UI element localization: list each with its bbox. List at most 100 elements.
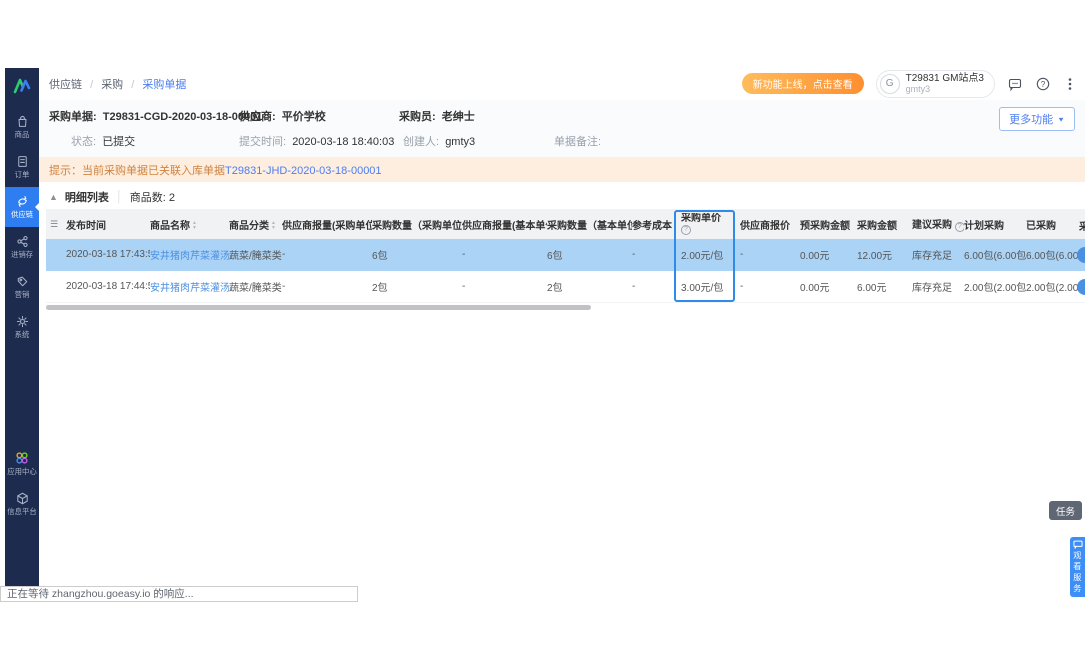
- linked-bill-link[interactable]: T29831-JHD-2020-03-18-00001: [225, 165, 382, 177]
- service-tab-char: 观: [1073, 550, 1082, 560]
- column-header-采购单价: 采购单价?: [681, 213, 740, 235]
- chat-bubble-icon: [1072, 540, 1083, 549]
- message-icon[interactable]: [1007, 76, 1023, 92]
- collapse-caret-icon[interactable]: ▲: [49, 192, 58, 202]
- table-cell: 蔬菜/腌菜类: [229, 251, 282, 262]
- column-header-采购数量（基本单位）: 采购数量（基本单位）: [547, 220, 632, 232]
- supplier-value: 平价学校: [281, 111, 326, 123]
- column-header-供应商报量(采购单位): 供应商报量(采购单位): [282, 220, 372, 232]
- chevron-down-icon: ▼: [1057, 115, 1065, 123]
- creator-field: 创建人: gmty3: [403, 136, 476, 148]
- help-circle-icon[interactable]: ?: [681, 224, 691, 235]
- service-tab[interactable]: 观看服务: [1070, 537, 1085, 598]
- table-cell: 6包: [547, 251, 563, 262]
- sidebar-item-进销存[interactable]: 进销存: [5, 227, 39, 267]
- table-cell: 3.00元/包: [681, 283, 724, 294]
- sidebar-item-label: 订单: [14, 170, 30, 179]
- sidebar-item-营销[interactable]: 营销: [5, 267, 39, 307]
- linked-bill-alert: 提示：当前采购单据已关联入库单据T29831-JHD-2020-03-18-00…: [39, 158, 1085, 182]
- column-header-发布时间: 发布时间: [66, 220, 106, 232]
- column-settings-header[interactable]: ☰: [46, 219, 66, 230]
- column-header-商品名称[interactable]: 商品名称 ▲ ▼: [150, 217, 229, 232]
- sidebar-bottom-nav: 应用中心 信息平台: [5, 443, 39, 524]
- app-logo-icon[interactable]: [11, 68, 33, 107]
- sidebar-item-商品[interactable]: 商品: [5, 107, 39, 147]
- table-cell: 0.00元: [800, 251, 830, 262]
- table-cell: 2包: [372, 283, 388, 294]
- table-cell: 库存充足: [912, 283, 952, 294]
- column-header-采购金额: 采购金额: [857, 220, 897, 232]
- order-icon: [15, 154, 30, 169]
- detail-list-section-header: ▲ 明细列表 │ 商品数: 2: [39, 182, 1085, 209]
- sidebar-item-应用中心[interactable]: 应用中心: [5, 443, 39, 484]
- breadcrumb-separator: /: [90, 79, 94, 91]
- browser-status-bar: 正在等待 zhangzhou.goeasy.io 的响应...: [0, 586, 358, 602]
- table-cell: 0.00元: [800, 283, 830, 294]
- sidebar-item-label: 供应链: [10, 210, 34, 219]
- section-divider: │: [115, 191, 123, 203]
- avatar: G: [879, 73, 900, 94]
- buyer-field: 采购员: 老绅士: [399, 111, 475, 123]
- breadcrumb-separator: /: [131, 79, 135, 91]
- column-menu-icon[interactable]: ☰: [46, 219, 58, 229]
- section-title[interactable]: 明细列表: [65, 189, 109, 205]
- table-cell: 2.00包(2.00包): [964, 283, 1026, 294]
- inventory-icon: [15, 234, 30, 249]
- more-functions-button[interactable]: 更多功能 ▼: [999, 107, 1075, 131]
- breadcrumb-supply-chain[interactable]: 供应链: [49, 79, 82, 91]
- sidebar-item-订单[interactable]: 订单: [5, 147, 39, 187]
- item-count: 商品数: 2: [129, 192, 176, 204]
- product-name-link[interactable]: 安井猪肉芹菜灌汤水饺: [150, 247, 229, 262]
- table-cell: 12.00元: [857, 251, 893, 262]
- user-subname: gmty3: [905, 84, 931, 95]
- system-icon: [15, 314, 30, 329]
- user-menu[interactable]: G T29831 GM站点3 gmty3: [875, 70, 995, 98]
- sidebar-item-label: 信息平台: [7, 507, 37, 516]
- table-cell: -: [462, 281, 466, 292]
- task-tab[interactable]: 任务: [1048, 501, 1082, 520]
- sidebar: 商品订单供应链进销存营销系统 应用中心信息平台: [5, 68, 39, 590]
- table-cell: -: [282, 249, 286, 260]
- main-area: 供应链 / 采购 / 采购单据 新功能上线，点击查看 G T29831 GM站点…: [39, 68, 1085, 590]
- items-table: ☰ 发布时间 商品名称 ▲ ▼ 商品分类 ▲ ▼ 供应商报量(采购单位) 采购数量（采购单位） 供应…: [46, 209, 1085, 310]
- column-header-计划采购: 计划采购: [964, 220, 1004, 232]
- remark-field: 单据备注:: [554, 136, 602, 148]
- table-cell: 蔬菜/腌菜类: [229, 283, 282, 294]
- sidebar-item-系统[interactable]: 系统: [5, 307, 39, 347]
- supply-chain-icon: [15, 194, 30, 209]
- sort-icon[interactable]: ▲ ▼: [271, 221, 276, 230]
- bill-number-field: 采购单据: T29831-CGD-2020-03-18-00001: [49, 111, 263, 123]
- table-cell: 6.00包(6.00包): [964, 251, 1026, 262]
- horizontal-scrollbar[interactable]: [46, 305, 591, 310]
- column-header-建议采购: 建议采购 ?: [912, 216, 964, 232]
- table-row[interactable]: 2020-03-18 17:44:51安井猪肉芹菜灌汤水饺蔬菜/腌菜类-2包-2…: [46, 271, 1085, 303]
- sidebar-item-供应链[interactable]: 供应链: [5, 187, 39, 227]
- table-cell: 6包: [372, 251, 388, 262]
- svg-text:?: ?: [1041, 80, 1046, 89]
- table-cell: 2.00元/包: [681, 251, 724, 262]
- service-tab-char: 看: [1073, 561, 1082, 571]
- sort-icon[interactable]: ▲ ▼: [192, 221, 197, 230]
- column-header-商品分类[interactable]: 商品分类 ▲ ▼: [229, 217, 282, 232]
- breadcrumb: 供应链 / 采购 / 采购单据: [49, 76, 186, 92]
- table-cell: 2020-03-18 17:44:51: [66, 281, 150, 292]
- help-circle-icon[interactable]: ?: [954, 221, 964, 232]
- breadcrumb-purchase[interactable]: 采购: [101, 79, 123, 91]
- bag-icon: [15, 114, 30, 129]
- marketing-icon: [15, 274, 30, 289]
- table-row[interactable]: 2020-03-18 17:43:57安井猪肉芹菜灌汤水饺蔬菜/腌菜类-6包-6…: [46, 239, 1085, 271]
- column-header-采购数量（采购单位）: 采购数量（采购单位）: [372, 220, 462, 232]
- app-window: 商品 订单 供应链 进销存 营销 系统 应用中心 信息平台 供应链 / 采购 / 采购单据 …: [5, 68, 1085, 590]
- bill-detail-panel: 采购单据: T29831-CGD-2020-03-18-00001 供应商: 平…: [39, 100, 1085, 158]
- sidebar-item-label: 营销: [14, 290, 30, 299]
- kebab-menu-icon[interactable]: [1063, 76, 1077, 92]
- submit-time-value: 2020-03-18 18:40:03: [292, 136, 395, 148]
- table-cell: 库存充足: [912, 251, 952, 262]
- column-header-供应商报价: 供应商报价: [740, 220, 790, 232]
- help-icon[interactable]: ?: [1035, 76, 1051, 92]
- column-header-采: 采: [1079, 222, 1085, 233]
- product-name-link[interactable]: 安井猪肉芹菜灌汤水饺: [150, 279, 229, 294]
- sidebar-item-信息平台[interactable]: 信息平台: [5, 484, 39, 524]
- new-feature-badge[interactable]: 新功能上线，点击查看: [741, 73, 864, 95]
- table-header-row: ☰ 发布时间 商品名称 ▲ ▼ 商品分类 ▲ ▼ 供应商报量(采购单位) 采购数量（采购单位） 供应…: [46, 209, 1085, 239]
